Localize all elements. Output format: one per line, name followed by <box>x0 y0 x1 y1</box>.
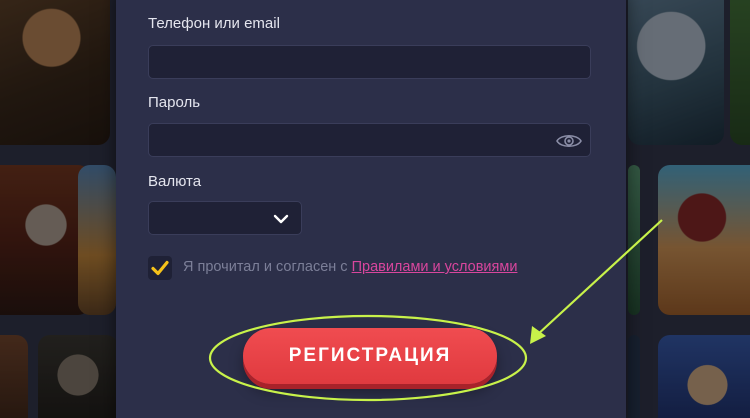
chevron-down-icon[interactable] <box>273 212 289 224</box>
contact-label: Телефон или email <box>148 15 280 32</box>
game-thumbnail[interactable] <box>658 335 750 418</box>
registration-screen: Телефон или email Пароль Валюта Я прочит… <box>0 0 750 418</box>
register-button[interactable]: РЕГИСТРАЦИЯ <box>243 328 497 384</box>
game-thumbnail[interactable] <box>0 165 90 315</box>
terms-prefix: Я прочитал и согласен с <box>183 259 352 275</box>
currency-label: Валюта <box>148 173 202 190</box>
game-thumbnail[interactable] <box>628 165 640 315</box>
game-thumbnail[interactable] <box>730 0 750 145</box>
currency-select[interactable] <box>148 201 302 235</box>
game-thumbnail[interactable] <box>0 335 28 418</box>
contact-input[interactable] <box>149 46 590 78</box>
game-thumbnail[interactable] <box>628 0 724 145</box>
game-thumbnail[interactable] <box>38 335 118 418</box>
password-input[interactable] <box>149 124 590 156</box>
password-field[interactable] <box>148 123 591 157</box>
contact-field[interactable] <box>148 45 591 79</box>
eye-icon[interactable] <box>556 132 582 150</box>
terms-checkbox[interactable] <box>148 256 172 280</box>
game-thumbnail[interactable] <box>628 335 640 418</box>
game-thumbnail[interactable] <box>78 165 116 315</box>
game-thumbnail[interactable] <box>0 0 110 145</box>
checkmark-icon <box>151 260 169 276</box>
terms-link[interactable]: Правилами и условиями <box>352 259 518 275</box>
terms-text: Я прочитал и согласен с Правилами и усло… <box>183 259 517 275</box>
password-label: Пароль <box>148 94 201 111</box>
game-thumbnail[interactable] <box>658 165 750 315</box>
